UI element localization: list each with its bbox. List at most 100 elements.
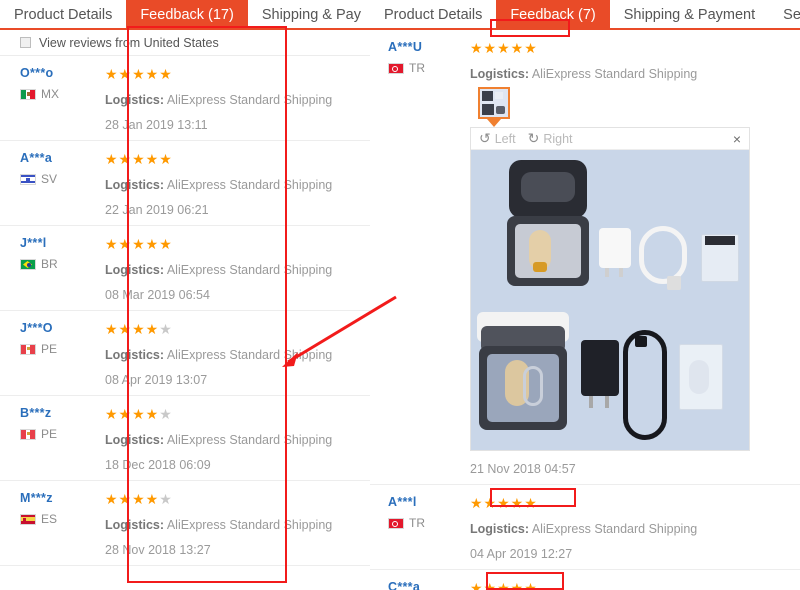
logistics-label: Logistics: [105, 93, 165, 107]
left-feedback-panel: Product Details Feedback (17) Shipping & P… [0, 0, 392, 590]
logistics-label: Logistics: [105, 178, 165, 192]
reviewer-info: J***O PE [0, 321, 105, 387]
tab-feedback[interactable]: Feedback (7) [496, 0, 610, 30]
country-filter-label: View reviews from United States [39, 35, 219, 50]
left-tabbar: Product Details Feedback (17) Shipping & P… [0, 0, 392, 30]
country-filter-checkbox[interactable] [20, 37, 31, 48]
tab-product-details[interactable]: Product Details [370, 0, 496, 30]
review-thumbnail-strip [470, 81, 792, 127]
reviewer-name: J***O [20, 321, 53, 335]
logistics-value: AliExpress Standard Shipping [166, 178, 333, 192]
logistics-value: AliExpress Standard Shipping [166, 93, 333, 107]
logistics-value: AliExpress Standard Shipping [166, 348, 333, 362]
tab-seller[interactable]: Sell [769, 0, 800, 30]
tab-feedback[interactable]: Feedback (17) [126, 0, 248, 30]
star-rating: ★★★★★ [470, 580, 538, 590]
close-icon[interactable]: × [733, 131, 741, 147]
tab-product-details[interactable]: Product Details [0, 0, 126, 30]
tab-shipping-payment[interactable]: Shipping & Payment [610, 0, 769, 30]
logistics-value: AliExpress Standard Shipping [166, 263, 333, 277]
review-row: C***a ★★★★★ [370, 570, 800, 590]
review-body: ★★★★★ Logistics: AliExpress Standard Shi… [105, 236, 392, 302]
flag-pe-icon [20, 428, 36, 440]
reviewer-location: ES [20, 512, 105, 526]
logistics-line: Logistics: AliExpress Standard Shipping [105, 93, 384, 107]
flag-es-icon [20, 513, 36, 525]
logistics-line: Logistics: AliExpress Standard Shipping [105, 518, 384, 532]
reviewer-info: A***l TR [370, 495, 470, 561]
review-row: O***o MX ★★★★★ Logistics: AliExpress Sta… [0, 56, 392, 141]
reviewer-location: MX [20, 87, 105, 101]
review-body: ★★★★★ Logistics: AliExpress Standard Shi… [105, 491, 392, 557]
right-feedback-panel: Product Details Feedback (7) Shipping & Pa… [370, 0, 800, 590]
review-date: 28 Jan 2019 13:11 [105, 118, 208, 132]
star-rating: ★★★★★ [105, 406, 173, 422]
logistics-label: Logistics: [105, 518, 165, 532]
star-rating: ★★★★★ [105, 151, 173, 167]
country-filter-row[interactable]: View reviews from United States [0, 30, 392, 56]
star-rating: ★★★★★ [105, 491, 173, 507]
country-code: MX [41, 87, 59, 101]
logistics-line: Logistics: AliExpress Standard Shipping [105, 178, 384, 192]
review-date: 08 Apr 2019 13:07 [105, 373, 208, 387]
flag-mx-icon [20, 88, 36, 100]
image-viewer-toolbar: ↺ Left ↻ Right × [471, 128, 749, 150]
right-review-list: A***U TR ★★★★★ Logistics: AliExpress Sta… [370, 30, 800, 590]
flag-tr-icon [388, 62, 404, 74]
review-date: 28 Nov 2018 13:27 [105, 543, 211, 557]
reviewer-info: B***z PE [0, 406, 105, 472]
logistics-line: Logistics: AliExpress Standard Shipping [105, 348, 384, 362]
rotate-left-icon[interactable]: ↺ [479, 130, 491, 147]
country-code: PE [41, 342, 58, 356]
logistics-value: AliExpress Standard Shipping [166, 518, 333, 532]
star-rating: ★★★★★ [470, 40, 538, 56]
review-photo [471, 150, 749, 450]
reviewer-location: TR [388, 516, 470, 530]
rotate-left-label[interactable]: Left [495, 132, 516, 146]
flag-tr-icon [388, 517, 404, 529]
reviewer-location: BR [20, 257, 105, 271]
rotate-right-label[interactable]: Right [543, 132, 572, 146]
thumbnail-caret-icon [487, 119, 501, 127]
tab-shipping-payment[interactable]: Shipping & Pay [248, 0, 375, 30]
country-code: TR [409, 516, 425, 530]
star-rating: ★★★★★ [470, 495, 538, 511]
review-row: B***z PE ★★★★★ Logistics: AliExpress Sta… [0, 396, 392, 481]
review-row: A***l TR ★★★★★ Logistics: AliExpress Sta… [370, 485, 800, 570]
country-code: PE [41, 427, 58, 441]
flag-pe-icon [20, 343, 36, 355]
country-code: ES [41, 512, 58, 526]
reviewer-info: C***a [370, 580, 470, 590]
reviewer-name: B***z [20, 406, 52, 420]
product-thumbnail[interactable] [478, 87, 510, 119]
review-date: 08 Mar 2019 06:54 [105, 288, 210, 302]
reviewer-name: A***U [388, 40, 423, 54]
reviewer-location: PE [20, 427, 105, 441]
reviewer-name: M***z [20, 491, 53, 505]
review-row: A***U TR ★★★★★ Logistics: AliExpress Sta… [370, 30, 800, 485]
left-review-list: O***o MX ★★★★★ Logistics: AliExpress Sta… [0, 56, 392, 566]
review-date: 22 Jan 2019 06:21 [105, 203, 209, 217]
review-date: 04 Apr 2019 12:27 [470, 547, 573, 561]
logistics-line: Logistics: AliExpress Standard Shipping [105, 263, 384, 277]
star-rating: ★★★★★ [105, 236, 173, 252]
logistics-label: Logistics: [470, 522, 530, 536]
review-body: ★★★★★ Logistics: AliExpress Standard Shi… [105, 321, 392, 387]
review-date: 18 Dec 2018 06:09 [105, 458, 211, 472]
logistics-value: AliExpress Standard Shipping [531, 522, 698, 536]
reviewer-name: O***o [20, 66, 54, 80]
logistics-label: Logistics: [105, 263, 165, 277]
right-tabbar: Product Details Feedback (7) Shipping & Pa… [370, 0, 800, 30]
country-code: SV [41, 172, 58, 186]
rotate-right-icon[interactable]: ↻ [528, 130, 540, 147]
reviewer-info: J***l BR [0, 236, 105, 302]
review-date: 21 Nov 2018 04:57 [470, 462, 576, 476]
review-body: ★★★★★ Logistics: AliExpress Standard Shi… [105, 66, 392, 132]
reviewer-location: SV [20, 172, 105, 186]
review-row: J***l BR ★★★★★ Logistics: AliExpress Sta… [0, 226, 392, 311]
review-body: ★★★★★ Logistics: AliExpress Standard Shi… [105, 151, 392, 217]
review-row: M***z ES ★★★★★ Logistics: AliExpress Sta… [0, 481, 392, 566]
country-code: BR [41, 257, 58, 271]
reviewer-location: TR [388, 61, 470, 75]
country-code: TR [409, 61, 425, 75]
